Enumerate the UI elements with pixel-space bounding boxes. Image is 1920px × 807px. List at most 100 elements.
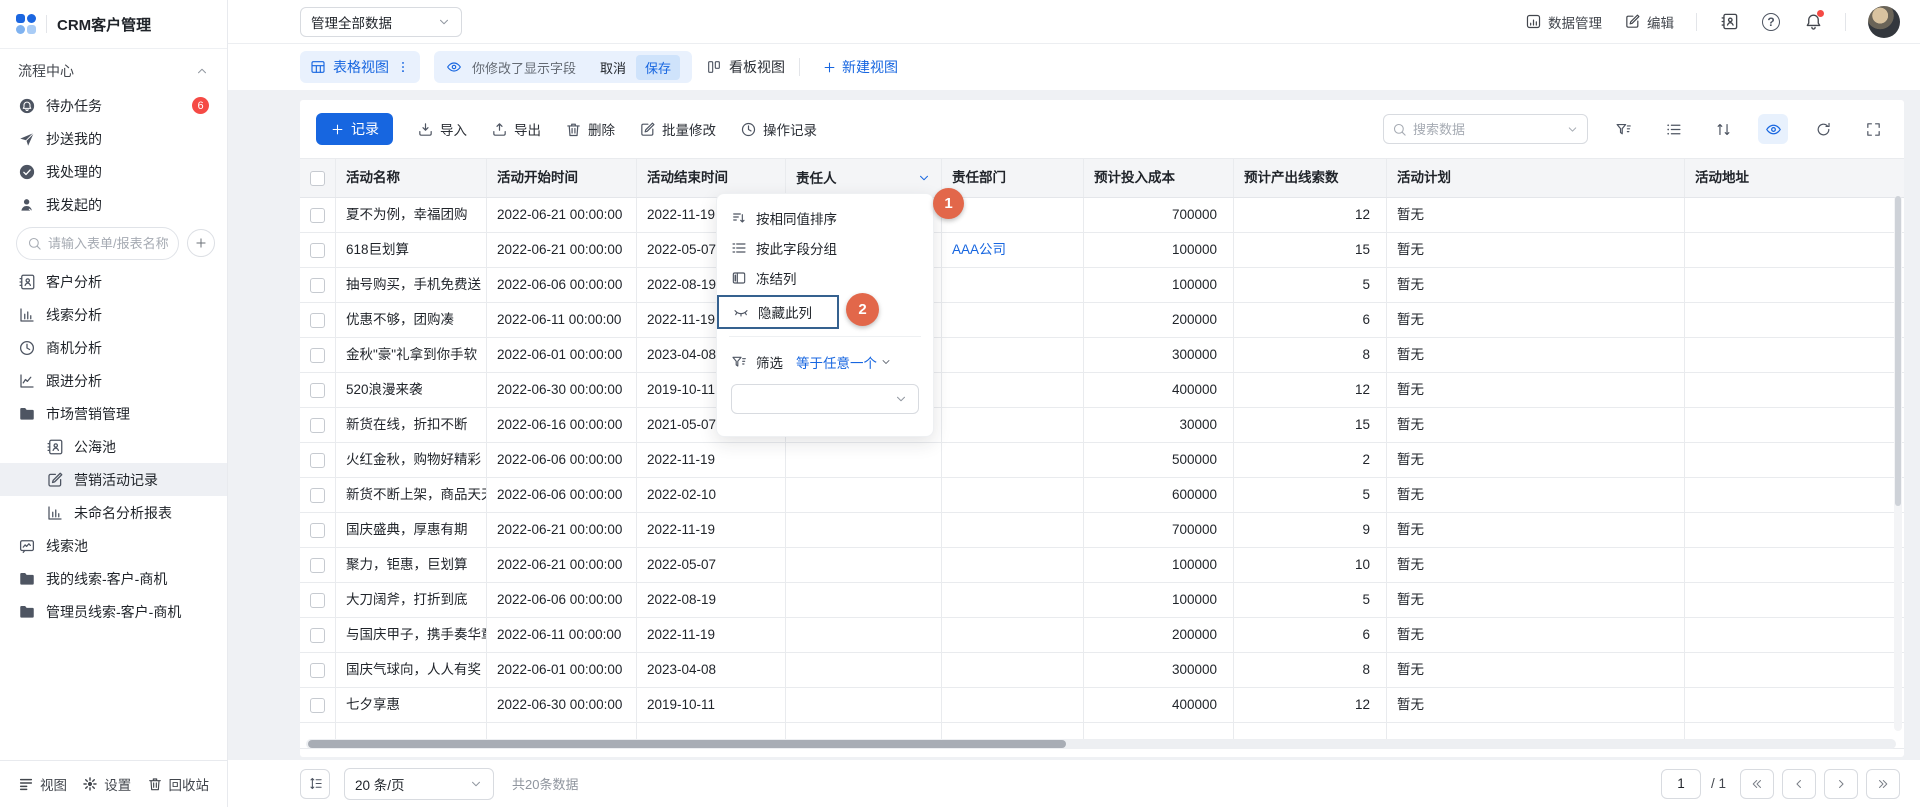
- operation-log-button[interactable]: 操作记录: [740, 119, 817, 139]
- chevron-down-icon[interactable]: [917, 171, 931, 185]
- sort-button[interactable]: [1708, 114, 1738, 144]
- col-address[interactable]: 活动地址: [1685, 159, 1904, 197]
- views-button[interactable]: 视图: [18, 774, 67, 794]
- sidebar-item-lead-pool[interactable]: 线索池: [0, 529, 227, 562]
- row-checkbox[interactable]: [310, 628, 325, 643]
- table-row: 抽号购买，手机免费送2022-06-06 00:00:002022-08-191…: [300, 268, 1904, 303]
- sidebar-item-cc[interactable]: 抄送我的: [0, 122, 227, 155]
- menu-hide-column[interactable]: 隐藏此列: [719, 297, 826, 327]
- cancel-button[interactable]: 取消: [600, 58, 626, 77]
- cell-leads: 6: [1234, 303, 1387, 337]
- row-checkbox[interactable]: [310, 418, 325, 433]
- recycle-bin-button[interactable]: 回收站: [147, 774, 210, 794]
- sidebar-item-todo[interactable]: 待办任务 6: [0, 89, 227, 122]
- sidebar-item-my-leads[interactable]: 我的线索-客户-商机: [0, 562, 227, 595]
- fullscreen-button[interactable]: [1858, 114, 1888, 144]
- notifications-button[interactable]: [1803, 12, 1823, 32]
- import-button[interactable]: 导入: [417, 119, 467, 139]
- save-button[interactable]: 保存: [636, 55, 680, 80]
- row-checkbox[interactable]: [310, 348, 325, 363]
- sidebar-search-box[interactable]: [16, 227, 179, 260]
- col-activity-name[interactable]: 活动名称: [336, 159, 487, 197]
- data-search-input[interactable]: [1413, 122, 1560, 137]
- vertical-scrollbar[interactable]: [1894, 196, 1902, 731]
- row-checkbox[interactable]: [310, 208, 325, 223]
- row-height-button[interactable]: [300, 769, 330, 799]
- row-select-cell: [300, 373, 336, 407]
- sidebar-item-leads-analysis[interactable]: 线索分析: [0, 298, 227, 331]
- sidebar-item-admin-leads[interactable]: 管理员线索-客户-商机: [0, 595, 227, 628]
- help-button[interactable]: ?: [1761, 12, 1781, 32]
- vertical-scrollbar-thumb[interactable]: [1895, 196, 1901, 506]
- current-page-input[interactable]: 1: [1661, 769, 1701, 799]
- col-plan[interactable]: 活动计划: [1387, 159, 1685, 197]
- next-page-button[interactable]: [1824, 769, 1858, 799]
- cell-owner: [786, 688, 942, 722]
- filter-value-select[interactable]: [731, 384, 919, 414]
- tab-kanban-view[interactable]: 看板视图: [706, 57, 785, 77]
- sidebar-item-label: 我发起的: [46, 195, 102, 215]
- edit-button[interactable]: 编辑: [1624, 12, 1674, 32]
- row-checkbox[interactable]: [310, 313, 325, 328]
- new-view-button[interactable]: 新建视图: [822, 57, 898, 77]
- horizontal-scrollbar[interactable]: [306, 739, 1896, 749]
- menu-group-by-field[interactable]: 按此字段分组: [717, 233, 933, 263]
- group-button[interactable]: [1658, 114, 1688, 144]
- horizontal-scrollbar-thumb[interactable]: [308, 740, 1066, 748]
- sidebar-item-opportunity-analysis[interactable]: 商机分析: [0, 331, 227, 364]
- sidebar-section-process[interactable]: 流程中心: [0, 53, 227, 89]
- row-checkbox[interactable]: [310, 278, 325, 293]
- cell-leads: 10: [1234, 548, 1387, 582]
- row-checkbox[interactable]: [310, 453, 325, 468]
- tab-table-view[interactable]: 表格视图: [300, 51, 420, 83]
- row-checkbox[interactable]: [310, 698, 325, 713]
- dept-link[interactable]: AAA公司: [952, 242, 1006, 257]
- data-manage-button[interactable]: 数据管理: [1525, 12, 1602, 32]
- col-owner[interactable]: 责任人: [786, 159, 942, 197]
- address-book-button[interactable]: [1719, 12, 1739, 32]
- add-form-button[interactable]: [187, 229, 215, 257]
- row-checkbox[interactable]: [310, 663, 325, 678]
- first-page-button[interactable]: [1740, 769, 1774, 799]
- col-expected-leads[interactable]: 预计产出线索数: [1234, 159, 1387, 197]
- add-record-button[interactable]: 记录: [316, 113, 393, 145]
- row-checkbox[interactable]: [310, 593, 325, 608]
- sidebar-search-input[interactable]: [48, 236, 168, 251]
- chevron-down-icon[interactable]: [1566, 123, 1579, 136]
- settings-button[interactable]: 设置: [82, 774, 131, 794]
- user-avatar[interactable]: [1868, 6, 1900, 38]
- row-checkbox[interactable]: [310, 488, 325, 503]
- refresh-button[interactable]: [1808, 114, 1838, 144]
- col-end-time[interactable]: 活动结束时间: [637, 159, 786, 197]
- row-checkbox[interactable]: [310, 523, 325, 538]
- col-start-time[interactable]: 活动开始时间: [487, 159, 637, 197]
- sidebar-item-marketing[interactable]: 市场营销管理: [0, 397, 227, 430]
- col-department[interactable]: 责任部门: [942, 159, 1084, 197]
- row-checkbox[interactable]: [310, 558, 325, 573]
- delete-button[interactable]: 删除: [565, 119, 615, 139]
- row-checkbox[interactable]: [310, 243, 325, 258]
- export-button[interactable]: 导出: [491, 119, 541, 139]
- filter-operator-link[interactable]: 等于任意一个: [796, 352, 892, 372]
- batch-edit-button[interactable]: 批量修改: [639, 119, 716, 139]
- data-scope-select[interactable]: 管理全部数据: [300, 7, 462, 37]
- row-checkbox[interactable]: [310, 383, 325, 398]
- sidebar-item-customer-analysis[interactable]: 客户分析: [0, 265, 227, 298]
- sidebar-item-handled[interactable]: 我处理的: [0, 155, 227, 188]
- page-size-select[interactable]: 20 条/页: [344, 768, 494, 800]
- previous-page-button[interactable]: [1782, 769, 1816, 799]
- sidebar-item-campaign-records[interactable]: 营销活动记录: [0, 463, 227, 496]
- sidebar-item-follow-analysis[interactable]: 跟进分析: [0, 364, 227, 397]
- filter-button[interactable]: [1608, 114, 1638, 144]
- data-search-box[interactable]: [1383, 114, 1588, 144]
- menu-sort-by-value[interactable]: 按相同值排序: [717, 203, 933, 233]
- select-all-checkbox[interactable]: [310, 171, 325, 186]
- last-page-button[interactable]: [1866, 769, 1900, 799]
- menu-freeze-column[interactable]: 冻结列: [717, 263, 933, 293]
- sidebar-item-unnamed-report[interactable]: 未命名分析报表: [0, 496, 227, 529]
- col-cost[interactable]: 预计投入成本: [1084, 159, 1234, 197]
- sidebar-item-initiated[interactable]: 我发起的: [0, 188, 227, 221]
- more-dots-icon[interactable]: [396, 60, 410, 74]
- show-fields-button[interactable]: [1758, 114, 1788, 144]
- sidebar-item-public-pool[interactable]: 公海池: [0, 430, 227, 463]
